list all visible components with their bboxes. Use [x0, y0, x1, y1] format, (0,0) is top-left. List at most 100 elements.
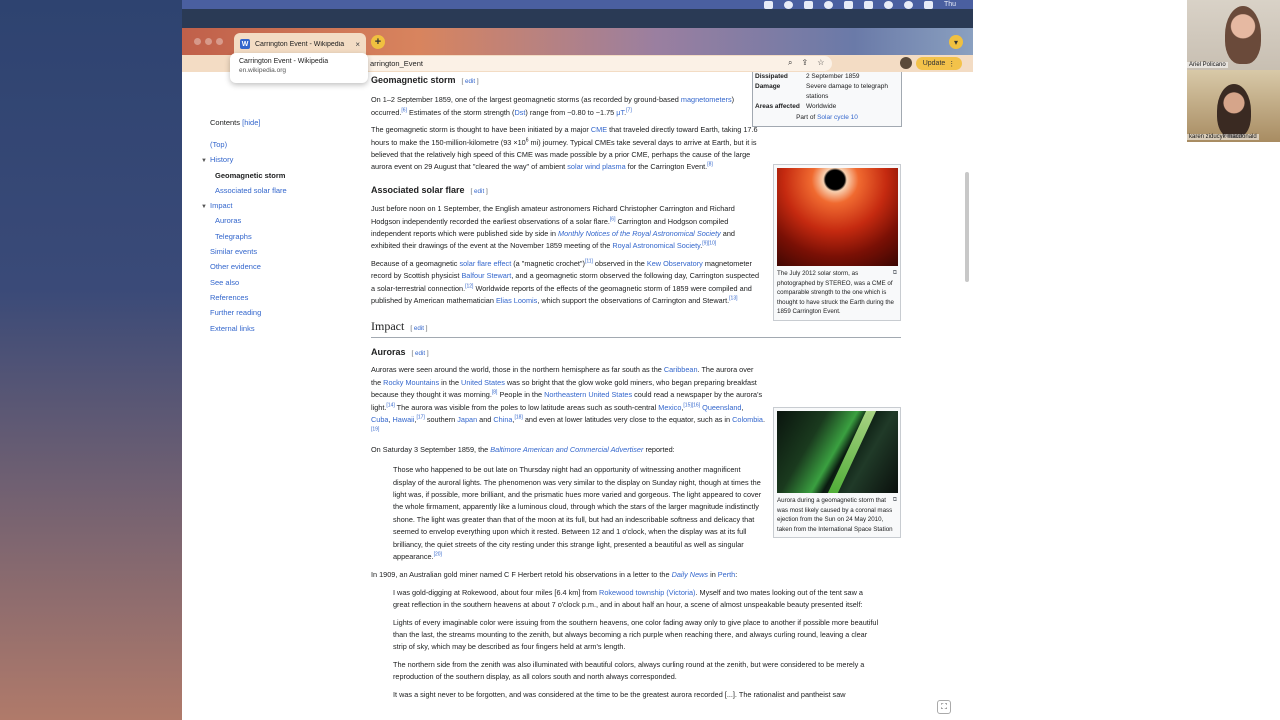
heading-text: Geomagnetic storm [371, 75, 456, 85]
infobox-footer: Part of Solar cycle 10 [755, 112, 899, 124]
solar-cycle-link[interactable]: Solar cycle 10 [817, 114, 858, 121]
infobox-value: Severe damage to telegraph stations [806, 83, 889, 100]
toc-item-geomagnetic-storm[interactable]: Geomagnetic storm [210, 168, 350, 183]
enlarge-icon[interactable]: ⧉ [893, 269, 897, 279]
address-bar[interactable]: arrington_Event [362, 56, 832, 71]
toc-item-impact[interactable]: ▼ Impact [201, 198, 350, 213]
profile-avatar[interactable] [900, 57, 912, 69]
wikipedia-page[interactable]: Contents [hide] (Top) ▼ History Geomagnet… [182, 72, 973, 720]
blockquote: Lights of every imaginable color were is… [393, 617, 879, 652]
toc-item-similar-events[interactable]: Similar events [210, 244, 350, 259]
volume-icon[interactable] [864, 0, 873, 9]
notification-icon[interactable] [844, 0, 853, 9]
wifi-icon[interactable] [884, 0, 893, 9]
window-icon[interactable] [804, 0, 813, 9]
solar-storm-figure: ⧉ The July 2012 solar storm, as photograp… [773, 164, 901, 321]
settings-icon[interactable] [824, 0, 833, 9]
paragraph: Because of a geomagnetic solar flare eff… [371, 258, 760, 306]
update-button[interactable]: Update ⋮ [916, 57, 962, 70]
menu-clock[interactable]: Thu [944, 1, 956, 8]
spotlight-search-icon[interactable] [904, 0, 913, 9]
window-minimize-button[interactable] [205, 38, 212, 45]
update-label: Update [922, 60, 946, 67]
more-menu-icon: ⋮ [948, 60, 956, 68]
window-zoom-button[interactable] [216, 38, 223, 45]
toc-item-label: History [210, 155, 234, 165]
edit-label: edit [465, 78, 476, 85]
edit-link[interactable]: [ edit ] [410, 323, 427, 335]
tab-bar: W Carrington Event - Wikipedia × + ▾ [182, 28, 973, 55]
bookmark-star-icon[interactable]: ☆ [817, 58, 824, 68]
toc-item-top[interactable]: (Top) [210, 137, 350, 152]
caret-down-icon[interactable]: ▼ [201, 154, 210, 169]
toc-item-auroras[interactable]: Auroras [210, 213, 350, 228]
heading-text: Impact [371, 318, 405, 333]
heading-text: Associated solar flare [371, 184, 465, 195]
paragraph: Auroras were seen around the world, thos… [371, 365, 765, 433]
toc-item-external-links[interactable]: External links [210, 321, 350, 336]
browser-window: W Carrington Event - Wikipedia × + ▾ arr… [182, 28, 973, 720]
edit-label: edit [415, 349, 426, 357]
section-heading-associated-solar-flare: Associated solar flare [ edit ] [371, 184, 765, 198]
page-scrollbar[interactable] [965, 172, 969, 282]
toc-item-history[interactable]: ▼ History [201, 152, 350, 167]
address-bar-actions: ⌕ ⇪ ☆ [788, 58, 824, 68]
figure-caption: ⧉ Aurora during a geomagnetic storm that … [777, 496, 897, 534]
infobox-value: 2 September 1859 [806, 73, 860, 80]
toc-hide-link[interactable]: [hide] [242, 118, 260, 127]
blockquote: I was gold-digging at Rokewood, about fo… [393, 587, 863, 610]
hover-card-domain: en.wikipedia.org [239, 67, 286, 74]
share-icon[interactable]: ⇪ [801, 58, 808, 68]
paragraph: On Saturday 3 September 1859, the Baltim… [371, 444, 675, 454]
toc-item-references[interactable]: References [210, 290, 350, 305]
aurora-image[interactable] [777, 411, 898, 493]
toc-item-further-reading[interactable]: Further reading [210, 305, 350, 320]
figure-caption: ⧉ The July 2012 solar storm, as photograp… [777, 269, 897, 317]
edit-link[interactable]: [ edit ] [462, 76, 479, 88]
toc-item-label: Impact [210, 201, 233, 211]
chrome-icon[interactable] [784, 0, 793, 9]
section-heading-auroras: Auroras [ edit ] [371, 346, 765, 360]
fullscreen-icon[interactable]: ⛶ [937, 700, 951, 714]
paragraph: Just before noon on 1 September, the Eng… [371, 204, 735, 251]
wikipedia-favicon-icon: W [240, 39, 250, 49]
tab-carrington-event[interactable]: W Carrington Event - Wikipedia × [234, 33, 366, 55]
participant-name: karen ziducyk macdonald [1187, 134, 1259, 140]
section-heading-geomagnetic-storm: Geomagnetic storm [ edit ] [371, 74, 765, 88]
aurora-figure: ⧉ Aurora during a geomagnetic storm that … [773, 407, 901, 539]
section-heading-impact: Impact [ edit ] [371, 318, 901, 338]
solar-storm-image[interactable] [777, 168, 898, 266]
edit-label: edit [413, 324, 424, 332]
caption-text: The July 2012 solar storm, as photograph… [777, 270, 894, 316]
address-url: arrington_Event [370, 59, 423, 68]
blockquote: Those who happened to be out late on Thu… [393, 465, 762, 561]
toc-header: Contents [hide] [210, 118, 350, 127]
table-of-contents: Contents [hide] (Top) ▼ History Geomagnet… [201, 118, 350, 336]
infobox: Dissipated 2 September 1859 Damage Sever… [752, 72, 902, 127]
tab-search-chevron-icon[interactable]: ▾ [949, 35, 963, 49]
toc-item-see-also[interactable]: See also [210, 275, 350, 290]
tab-title: Carrington Event - Wikipedia [255, 40, 345, 48]
toc-item-telegraphs[interactable]: Telegraphs [210, 229, 350, 244]
screen-record-icon[interactable] [764, 0, 773, 9]
enlarge-icon[interactable]: ⧉ [893, 496, 897, 506]
control-center-icon[interactable] [924, 0, 933, 9]
zoom-icon[interactable]: ⌕ [788, 58, 792, 68]
heading-text: Auroras [371, 346, 406, 357]
toc-item-associated-solar-flare[interactable]: Associated solar flare [210, 183, 350, 198]
participant-video [1217, 84, 1251, 138]
caret-down-icon[interactable]: ▼ [201, 200, 210, 215]
window-close-button[interactable] [194, 38, 201, 45]
infobox-row: Areas affected Worldwide [755, 102, 899, 112]
video-tile-participant-1[interactable]: Ariel Policano [1187, 0, 1280, 70]
tab-close-icon[interactable]: × [355, 40, 360, 49]
video-tile-participant-2[interactable]: karen ziducyk macdonald [1187, 70, 1280, 142]
edit-link[interactable]: [ edit ] [471, 186, 488, 198]
edit-link[interactable]: [ edit ] [412, 348, 429, 360]
paragraph: In 1909, an Australian gold miner named … [371, 570, 738, 580]
paragraph: The geomagnetic storm is thought to have… [371, 125, 758, 172]
new-tab-button[interactable]: + [371, 35, 385, 49]
menu-bar-status-icons: Thu [740, 0, 980, 9]
hover-card-title: Carrington Event - Wikipedia [239, 58, 329, 65]
toc-item-other-evidence[interactable]: Other evidence [210, 259, 350, 274]
